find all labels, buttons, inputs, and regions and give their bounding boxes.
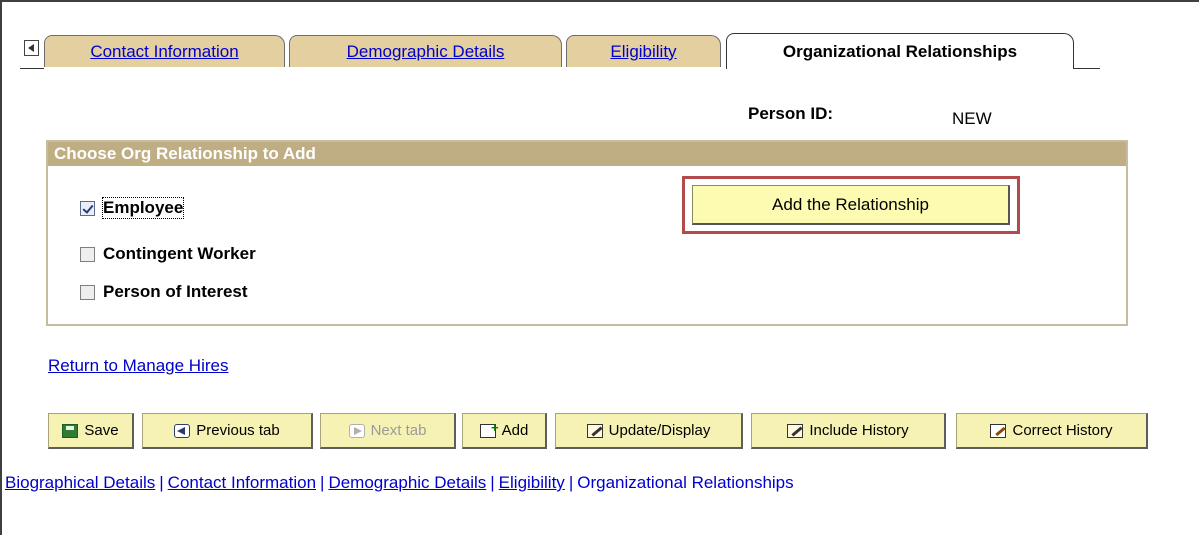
link-contact-information[interactable]: Contact Information (168, 473, 316, 492)
add-relationship-highlight: Add the Relationship (682, 176, 1020, 234)
next-tab-label: Next tab (370, 422, 427, 439)
tab-scroll-left-icon[interactable] (24, 40, 39, 56)
option-contingent-worker[interactable]: Contingent Worker (80, 244, 256, 264)
window-left-border (0, 0, 2, 535)
next-tab-button[interactable]: Next tab (320, 413, 456, 449)
tab-demographic-details[interactable]: Demographic Details (289, 35, 562, 67)
person-id-label: Person ID: (748, 104, 834, 123)
employee-label[interactable]: Employee (101, 197, 185, 219)
add-button[interactable]: Add (462, 413, 547, 449)
link-biographical-details[interactable]: Biographical Details (5, 473, 155, 492)
tab-organizational-relationships[interactable]: Organizational Relationships (726, 33, 1074, 69)
link-separator: | (320, 473, 325, 492)
correct-history-button[interactable]: Correct History (956, 413, 1148, 449)
correct-history-label: Correct History (1012, 422, 1113, 439)
org-relationship-groupbox: Choose Org Relationship to Add Employee … (46, 140, 1128, 326)
return-to-manage-hires-link[interactable]: Return to Manage Hires (48, 356, 228, 376)
link-separator: | (490, 473, 495, 492)
tab-divider (1074, 68, 1100, 69)
link-eligibility[interactable]: Eligibility (499, 473, 565, 492)
contingent-worker-label[interactable]: Contingent Worker (103, 244, 256, 264)
tab-bar: Contact Information Demographic Details … (20, 30, 1100, 74)
tab-divider (20, 68, 44, 69)
update-display-button[interactable]: Update/Display (555, 413, 743, 449)
link-demographic-details[interactable]: Demographic Details (328, 473, 486, 492)
person-of-interest-label[interactable]: Person of Interest (103, 282, 248, 302)
person-id-value: NEW (952, 109, 992, 128)
previous-tab-icon (174, 423, 191, 438)
update-display-icon (586, 423, 603, 438)
add-icon (479, 420, 499, 438)
add-label: Add (501, 422, 529, 439)
previous-tab-button[interactable]: Previous tab (142, 413, 313, 449)
previous-tab-label: Previous tab (196, 422, 280, 439)
save-icon (62, 423, 79, 438)
include-history-button[interactable]: Include History (751, 413, 946, 449)
tab-contact-information[interactable]: Contact Information (44, 35, 285, 67)
employee-checkbox[interactable] (80, 200, 95, 216)
tab-eligibility[interactable]: Eligibility (566, 35, 721, 67)
link-separator: | (568, 473, 574, 492)
update-display-label: Update/Display (608, 422, 711, 439)
current-page-organizational-relationships: Organizational Relationships (577, 473, 794, 492)
save-button[interactable]: Save (48, 413, 134, 449)
groupbox-title: Choose Org Relationship to Add (48, 142, 1126, 166)
save-label: Save (84, 422, 119, 439)
next-tab-icon (348, 423, 365, 438)
contingent-worker-checkbox[interactable] (80, 246, 95, 262)
correct-history-icon (990, 423, 1007, 438)
include-history-label: Include History (809, 422, 909, 439)
person-of-interest-checkbox[interactable] (80, 284, 95, 300)
add-relationship-button[interactable]: Add the Relationship (692, 185, 1010, 225)
link-separator: | (159, 473, 164, 492)
window-top-border (0, 0, 1199, 2)
bottom-page-links: Biographical Details | Contact Information… (5, 473, 794, 493)
include-history-icon (787, 423, 804, 438)
option-person-of-interest[interactable]: Person of Interest (80, 282, 248, 302)
option-employee[interactable]: Employee (80, 197, 185, 219)
